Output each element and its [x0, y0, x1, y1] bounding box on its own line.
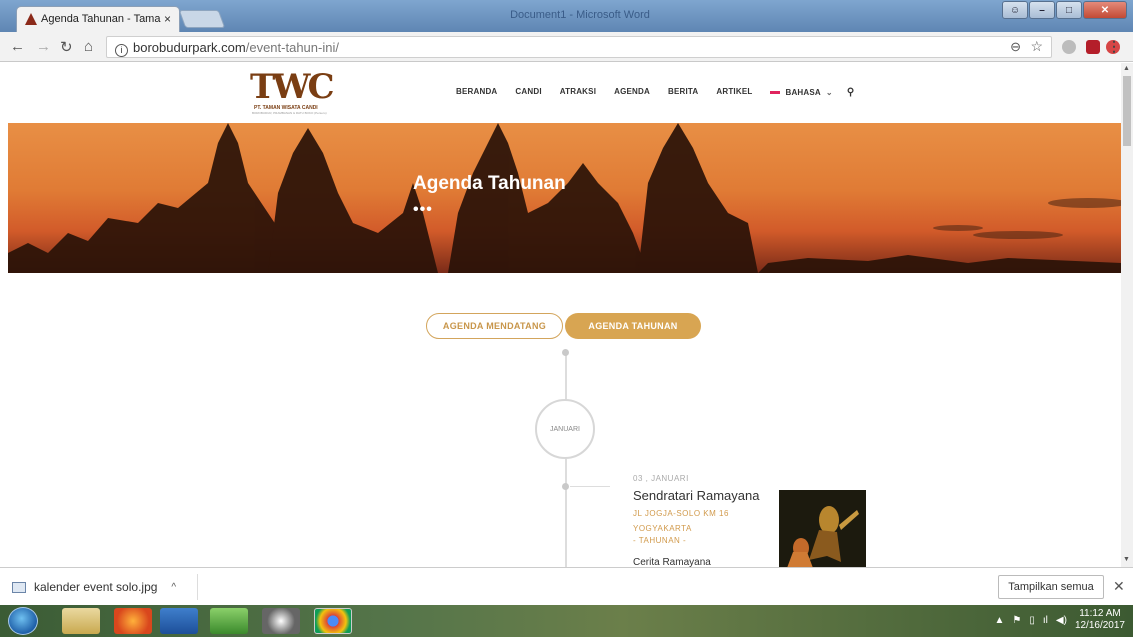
page-viewport: TWC PT. TAMAN WISATA CANDI BOROBUDUR, PR… [0, 63, 1121, 567]
event-title[interactable]: Sendratari Ramayana [633, 488, 759, 503]
twc-favicon-icon [25, 13, 37, 25]
nav-item-berita[interactable]: BERITA [668, 87, 698, 98]
battery-icon[interactable]: ▯ [1029, 615, 1035, 626]
indonesia-flag-icon [770, 91, 781, 94]
logo-wordmark: TWC [250, 67, 335, 107]
timeline-line [565, 352, 567, 567]
month-label: JANUARI [550, 425, 580, 433]
tab-title: Agenda Tahunan - Tama [41, 13, 161, 25]
download-file-name: kalender event solo.jpg [34, 580, 158, 594]
network-signal-icon[interactable]: ıl [1043, 615, 1048, 626]
forward-arrow-icon[interactable]: → [36, 38, 51, 55]
temple-silhouette-image [8, 123, 1121, 273]
twc-logo[interactable]: TWC PT. TAMAN WISATA CANDI BOROBUDUR, PR… [250, 69, 340, 117]
browser-tab-active[interactable]: Agenda Tahunan - Tama × [16, 6, 180, 32]
agenda-upcoming-button[interactable]: AGENDA MENDATANG [426, 313, 563, 339]
nav-item-agenda[interactable]: AGENDA [614, 87, 650, 98]
title-dots-decoration: ••• [413, 201, 433, 218]
start-button[interactable] [8, 607, 38, 635]
event-location-line1: JL JOGJA-SOLO KM 16 [633, 509, 729, 518]
event-location-line2: YOGYAKARTA [633, 524, 692, 533]
home-icon[interactable]: ⌂ [84, 38, 93, 55]
system-tray: ▲ ⚑ ▯ ıl ◀) 11:12 AM 12/16/2017 [995, 608, 1125, 632]
nav-item-artikel[interactable]: ARTIKEL [716, 87, 752, 98]
page-title: Agenda Tahunan [413, 173, 566, 194]
timeline-connector [570, 486, 610, 487]
event-location: JL JOGJA-SOLO KM 16 YOGYAKARTA [633, 506, 773, 536]
language-selector[interactable]: BAHASA ⌄ [770, 87, 833, 98]
bookmark-star-icon[interactable]: ☆ [1030, 38, 1043, 55]
language-label: BAHASA [785, 88, 821, 97]
action-center-flag-icon[interactable]: ⚑ [1012, 615, 1021, 626]
event-date: 03 , JANUARI [633, 474, 689, 483]
chrome-icon[interactable] [314, 608, 352, 634]
reload-icon[interactable]: ↻ [60, 38, 73, 56]
download-shelf: kalender event solo.jpg ^ Tampilkan semu… [0, 567, 1133, 605]
site-info-icon[interactable]: i [115, 44, 128, 57]
nav-item-beranda[interactable]: BERANDA [456, 87, 497, 98]
search-icon[interactable]: ⚲ [847, 87, 855, 98]
word-icon[interactable] [160, 608, 198, 634]
event-frequency: - TAHUNAN - [633, 536, 687, 545]
app-icon[interactable] [210, 608, 248, 634]
site-header: TWC PT. TAMAN WISATA CANDI BOROBUDUR, PR… [0, 63, 1121, 123]
timeline-dot [562, 349, 569, 356]
obs-icon[interactable] [262, 608, 300, 634]
back-arrow-icon[interactable]: ← [10, 38, 25, 55]
browser-toolbar: ← → ↻ ⌂ i borobudurpark.com/event-tahun-i… [0, 32, 1133, 62]
show-all-downloads-button[interactable]: Tampilkan semua [998, 575, 1104, 599]
url-host: borobudurpark.com [133, 40, 246, 55]
window-maximize-button[interactable]: □ [1056, 1, 1082, 19]
extension-shield-icon[interactable] [1062, 40, 1076, 54]
hero-banner: Agenda Tahunan ••• [8, 123, 1121, 273]
image-file-icon [12, 581, 26, 593]
browser-menu-icon[interactable]: ⋮ [1107, 38, 1121, 55]
window-title: Document1 - Microsoft Word [510, 9, 650, 21]
clock-time: 11:12 AM [1079, 608, 1121, 619]
firefox-icon[interactable] [114, 608, 152, 634]
chevron-up-icon[interactable]: ^ [171, 582, 176, 593]
new-tab-button[interactable] [178, 10, 226, 28]
tab-close-icon[interactable]: × [164, 12, 171, 26]
nav-item-atraksi[interactable]: ATRAKSI [560, 87, 596, 98]
event-thumbnail-image[interactable] [779, 490, 866, 567]
system-clock[interactable]: 11:12 AM 12/16/2017 [1075, 608, 1125, 632]
zoom-icon[interactable]: ⊖ [1010, 39, 1021, 55]
volume-icon[interactable]: ◀) [1056, 615, 1067, 626]
page-scrollbar[interactable]: ▲ ▼ [1121, 63, 1133, 567]
clock-date: 12/16/2017 [1074, 620, 1125, 631]
ramayana-dancer-image [779, 490, 866, 567]
timeline-event-dot [562, 483, 569, 490]
address-bar[interactable]: i borobudurpark.com/event-tahun-ini/ ⊖ ☆ [106, 36, 1052, 58]
event-description: Cerita Ramayana [633, 557, 711, 567]
window-close-button[interactable]: ✕ [1083, 1, 1127, 19]
window-user-icon[interactable]: ☺ [1002, 1, 1028, 19]
month-marker: JANUARI [535, 399, 595, 459]
window-minimize-button[interactable]: – [1029, 1, 1055, 19]
logo-company-subtitle: BOROBUDUR, PRAMBANAN & RATU BOKO (Perser… [252, 111, 327, 115]
scrollbar-thumb[interactable] [1123, 76, 1131, 146]
file-explorer-icon[interactable] [62, 608, 100, 634]
agenda-annual-button[interactable]: AGENDA TAHUNAN [565, 313, 701, 339]
close-download-shelf-icon[interactable]: ✕ [1113, 578, 1125, 595]
download-item[interactable]: kalender event solo.jpg ^ [8, 574, 198, 600]
browser-title-bar: Agenda Tahunan - Tama × Document1 - Micr… [0, 0, 1133, 32]
scroll-up-arrow-icon[interactable]: ▲ [1123, 65, 1130, 72]
scroll-down-arrow-icon[interactable]: ▼ [1123, 556, 1130, 563]
window-controls: ☺ – □ ✕ [1002, 1, 1127, 19]
tray-expand-icon[interactable]: ▲ [995, 615, 1005, 626]
windows-taskbar: ▲ ⚑ ▯ ıl ◀) 11:12 AM 12/16/2017 [0, 605, 1133, 637]
nav-item-candi[interactable]: CANDI [515, 87, 541, 98]
main-nav: BERANDA CANDI ATRAKSI AGENDA BERITA ARTI… [456, 87, 854, 98]
chevron-down-icon: ⌄ [825, 88, 833, 97]
extension-ublock-icon[interactable] [1086, 40, 1100, 54]
url-path: /event-tahun-ini/ [245, 40, 339, 55]
